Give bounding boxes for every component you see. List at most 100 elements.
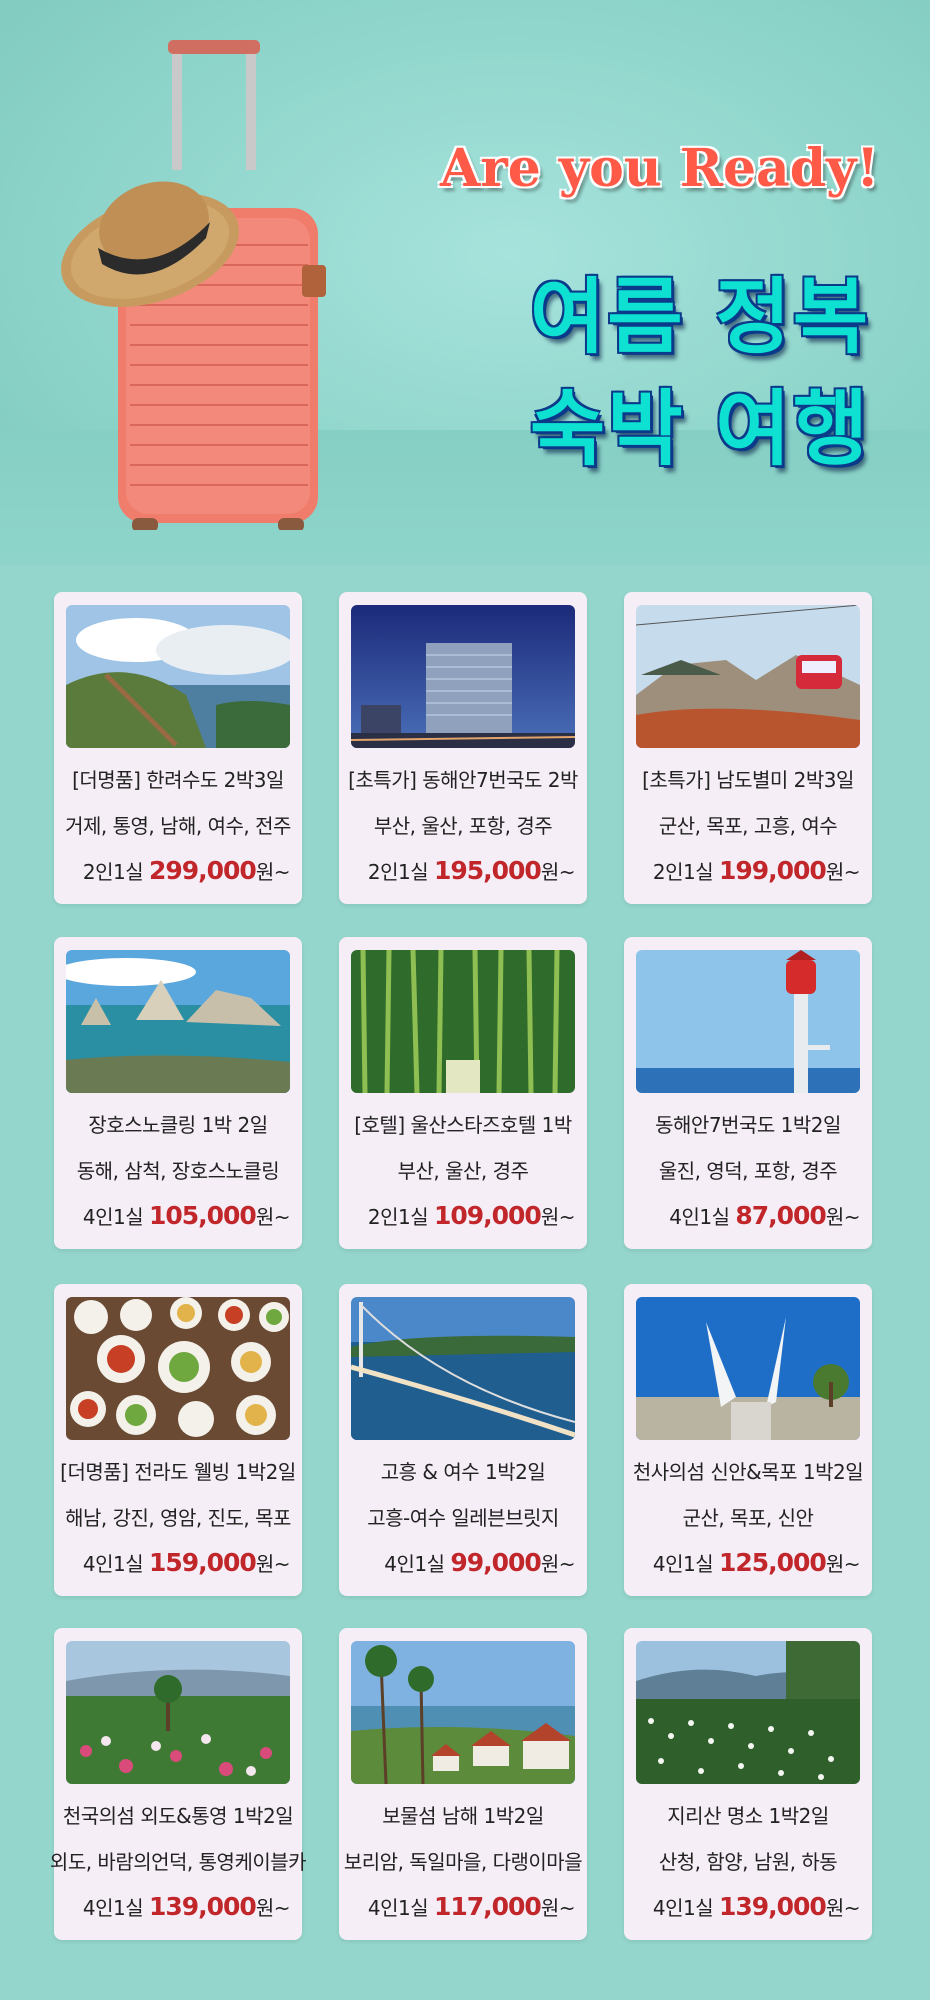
room-type: 2인1실 <box>652 860 714 884</box>
product-image-korean-table <box>66 1297 290 1440</box>
product-price-line: 4인1실 139,000원~ <box>624 1892 861 1921</box>
product-title: [초특가] 동해안7번국도 2박 <box>348 768 578 792</box>
price-unit: 원~ <box>540 860 576 884</box>
product-route: 해남, 강진, 영암, 진도, 목포 <box>65 1506 291 1530</box>
room-type: 2인1실 <box>82 860 144 884</box>
product-image-calla-field <box>636 1641 860 1784</box>
product-price-line: 2인1실 299,000원~ <box>54 856 291 885</box>
product-price: 87,000 <box>735 1201 826 1230</box>
product-title: [더명품] 전라도 웰빙 1박2일 <box>60 1460 296 1484</box>
product-image-cable-car <box>636 605 860 748</box>
product-price: 159,000 <box>148 1548 257 1577</box>
price-unit: 원~ <box>255 1552 291 1576</box>
product-title: 천국의섬 외도&통영 1박2일 <box>62 1804 294 1828</box>
product-route: 부산, 울산, 경주 <box>397 1159 529 1183</box>
price-unit: 원~ <box>825 1552 861 1576</box>
product-card[interactable]: [호텔] 울산스타즈호텔 1박 부산, 울산, 경주 2인1실 109,000원… <box>339 937 587 1249</box>
product-price-line: 2인1실 195,000원~ <box>339 856 576 885</box>
product-title: [초특가] 남도별미 2박3일 <box>642 768 854 792</box>
product-title: [호텔] 울산스타즈호텔 1박 <box>354 1113 572 1137</box>
product-price-line: 4인1실 125,000원~ <box>624 1548 861 1577</box>
room-type: 4인1실 <box>652 1552 714 1576</box>
product-price: 105,000 <box>148 1201 257 1230</box>
product-card[interactable]: 천국의섬 외도&통영 1박2일 외도, 바람의언덕, 통영케이블카 4인1실 1… <box>50 1628 307 1940</box>
product-route: 고흥-여수 일레븐브릿지 <box>367 1506 559 1530</box>
product-card[interactable]: 고흥 & 여수 1박2일 고흥-여수 일레븐브릿지 4인1실 99,000원~ <box>339 1284 587 1596</box>
product-price: 109,000 <box>433 1201 542 1230</box>
product-price-line: 4인1실 87,000원~ <box>624 1201 860 1230</box>
room-type: 4인1실 <box>384 1552 445 1576</box>
product-price-line: 4인1실 99,000원~ <box>339 1548 575 1577</box>
product-price: 99,000 <box>450 1548 541 1577</box>
product-image-lighthouse <box>636 950 860 1093</box>
product-image-coastal-boardwalk <box>66 605 290 748</box>
product-price: 139,000 <box>718 1892 827 1921</box>
product-image-village-pines <box>351 1641 575 1784</box>
room-type: 2인1실 <box>367 1205 429 1229</box>
product-title: 보물섬 남해 1박2일 <box>382 1804 544 1828</box>
product-route: 보리암, 독일마을, 다랭이마을 <box>343 1850 583 1874</box>
product-price: 299,000 <box>148 856 257 885</box>
product-price-line: 4인1실 105,000원~ <box>54 1201 291 1230</box>
product-card[interactable]: [더명품] 전라도 웰빙 1박2일 해남, 강진, 영암, 진도, 목포 4인1… <box>54 1284 302 1596</box>
product-card[interactable]: [더명품] 한려수도 2박3일 거제, 통영, 남해, 여수, 전주 2인1실 … <box>54 592 302 904</box>
product-price-line: 2인1실 109,000원~ <box>339 1201 576 1230</box>
product-price: 139,000 <box>148 1892 257 1921</box>
product-title: 장호스노클링 1박 2일 <box>88 1113 268 1137</box>
product-card[interactable]: 장호스노클링 1박 2일 동해, 삼척, 장호스노클링 4인1실 105,000… <box>54 937 302 1249</box>
product-card[interactable]: [초특가] 남도별미 2박3일 군산, 목포, 고흥, 여수 2인1실 199,… <box>624 592 872 904</box>
product-route: 부산, 울산, 포항, 경주 <box>373 814 553 838</box>
room-type: 4인1실 <box>82 1552 144 1576</box>
hero-tagline: Are you Ready! <box>440 138 880 199</box>
price-unit: 원~ <box>825 1205 861 1229</box>
product-image-flower-garden <box>66 1641 290 1784</box>
room-type: 4인1실 <box>82 1896 144 1920</box>
product-route: 군산, 목포, 고흥, 여수 <box>658 814 838 838</box>
price-unit: 원~ <box>540 1205 576 1229</box>
product-route: 거제, 통영, 남해, 여수, 전주 <box>65 814 291 838</box>
product-title: 천사의섬 신안&목포 1박2일 <box>632 1460 864 1484</box>
product-price: 117,000 <box>433 1892 542 1921</box>
product-image-hotel-night <box>351 605 575 748</box>
hero-title-line2: 숙박 여행 <box>529 382 871 477</box>
room-type: 2인1실 <box>367 860 429 884</box>
product-title: [더명품] 한려수도 2박3일 <box>72 768 284 792</box>
product-route: 동해, 삼척, 장호스노클링 <box>76 1159 280 1183</box>
product-card[interactable]: [초특가] 동해안7번국도 2박 부산, 울산, 포항, 경주 2인1실 195… <box>339 592 587 904</box>
room-type: 4인1실 <box>669 1205 730 1229</box>
product-price: 125,000 <box>718 1548 827 1577</box>
product-title: 고흥 & 여수 1박2일 <box>380 1460 546 1484</box>
product-card[interactable]: 지리산 명소 1박2일 산청, 함양, 남원, 하동 4인1실 139,000원… <box>624 1628 872 1940</box>
room-type: 4인1실 <box>652 1896 714 1920</box>
product-route: 군산, 목포, 신안 <box>682 1506 814 1530</box>
product-price-line: 2인1실 199,000원~ <box>624 856 861 885</box>
suitcase-hat-illustration <box>61 40 326 530</box>
product-price-line: 4인1실 117,000원~ <box>339 1892 576 1921</box>
product-image-white-monument <box>636 1297 860 1440</box>
product-image-suspension-bridge <box>351 1297 575 1440</box>
hero-title-line1: 여름 정복 <box>529 270 871 365</box>
product-title: 동해안7번국도 1박2일 <box>655 1113 841 1137</box>
price-unit: 원~ <box>540 1896 576 1920</box>
product-route: 울진, 영덕, 포항, 경주 <box>658 1159 838 1183</box>
product-route: 외도, 바람의언덕, 통영케이블카 <box>49 1850 307 1874</box>
product-price: 199,000 <box>718 856 827 885</box>
price-unit: 원~ <box>540 1552 576 1576</box>
product-route: 산청, 함양, 남원, 하동 <box>658 1850 838 1874</box>
room-type: 4인1실 <box>82 1205 144 1229</box>
product-card[interactable]: 보물섬 남해 1박2일 보리암, 독일마을, 다랭이마을 4인1실 117,00… <box>339 1628 587 1940</box>
product-card[interactable]: 천사의섬 신안&목포 1박2일 군산, 목포, 신안 4인1실 125,000원… <box>624 1284 872 1596</box>
price-unit: 원~ <box>825 860 861 884</box>
room-type: 4인1실 <box>367 1896 429 1920</box>
price-unit: 원~ <box>255 1205 291 1229</box>
product-image-sea-rocks <box>66 950 290 1093</box>
product-image-bamboo-forest <box>351 950 575 1093</box>
product-price: 195,000 <box>433 856 542 885</box>
price-unit: 원~ <box>825 1896 861 1920</box>
hero-title: 여름 정복 숙박 여행 <box>500 262 900 486</box>
product-card[interactable]: 동해안7번국도 1박2일 울진, 영덕, 포항, 경주 4인1실 87,000원… <box>624 937 872 1249</box>
price-unit: 원~ <box>255 1896 291 1920</box>
product-price-line: 4인1실 139,000원~ <box>54 1892 291 1921</box>
hero-banner: Are you Ready! 여름 정복 숙박 여행 <box>0 0 930 565</box>
product-price-line: 4인1실 159,000원~ <box>54 1548 291 1577</box>
